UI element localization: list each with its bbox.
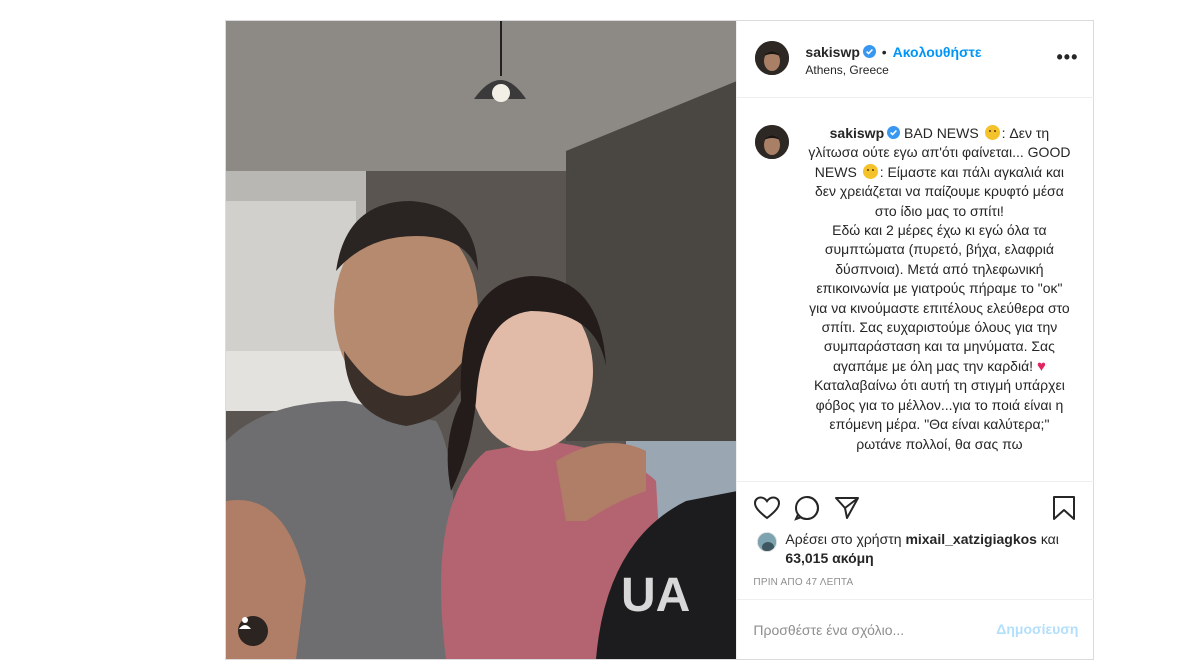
post-sidebar: sakiswp • Ακολουθήστε Athens, Greece •••… xyxy=(736,21,1095,659)
post-header: sakiswp • Ακολουθήστε Athens, Greece ••• xyxy=(737,21,1095,98)
caption-text: sakiswp BAD NEWS : Δεν τη γλίτωσα ούτε ε… xyxy=(805,124,1073,454)
comment-bubble-icon[interactable] xyxy=(793,494,821,522)
separator-dot: • xyxy=(881,44,887,60)
action-icons-row xyxy=(753,494,1078,522)
location-link[interactable]: Athens, Greece xyxy=(805,63,888,77)
username-link[interactable]: sakiswp xyxy=(805,44,859,60)
likes-mid: και xyxy=(1040,531,1059,547)
post-photo[interactable]: UA xyxy=(226,21,737,659)
more-horizontal-icon[interactable]: ••• xyxy=(1057,48,1079,66)
sad-face-emoji-icon xyxy=(984,125,1000,140)
avatar[interactable] xyxy=(755,41,790,75)
caption-part-3: : Είμαστε και πάλι αγκαλιά και δεν χρειά… xyxy=(809,163,1070,374)
likes-summary: Αρέσει στο χρήστη mixail_xatzigiagkos κα… xyxy=(753,530,1078,568)
post-author-line: sakiswp • Ακολουθήστε xyxy=(805,44,981,60)
red-heart-emoji-icon: ♥ xyxy=(1036,357,1046,375)
comment-form: Δημοσίευση xyxy=(737,599,1095,659)
likes-count-link[interactable]: 63,015 ακόμη xyxy=(785,550,873,566)
likes-prefix: Αρέσει στο χρήστη xyxy=(785,531,902,547)
heart-outline-icon[interactable] xyxy=(753,494,781,522)
post-container: UA sakiswp • Ακολουθήστε Athens, Greece … xyxy=(225,20,1095,660)
post-comment-button[interactable]: Δημοσίευση xyxy=(996,621,1078,637)
svg-text:UA: UA xyxy=(621,569,690,622)
post-actions: Αρέσει στο χρήστη mixail_xatzigiagkos κα… xyxy=(737,481,1095,599)
caption-username[interactable]: sakiswp xyxy=(830,125,884,141)
smile-face-emoji-icon xyxy=(862,163,878,179)
caption-part-4: Καταλαβαίνω ότι αυτή τη στιγμή υπάρχει φ… xyxy=(813,377,1065,452)
user-tag-icon[interactable] xyxy=(238,616,268,646)
liker-username-link[interactable]: mixail_xatzigiagkos xyxy=(905,531,1037,547)
bookmark-icon[interactable] xyxy=(1050,494,1078,522)
verified-badge-icon xyxy=(887,125,901,139)
avatar[interactable] xyxy=(755,125,790,159)
verified-badge-icon xyxy=(862,45,876,58)
photo-illustration: UA xyxy=(226,21,737,659)
paper-plane-icon[interactable] xyxy=(833,494,861,522)
follow-button[interactable]: Ακολουθήστε xyxy=(893,44,982,60)
caption-area: sakiswp BAD NEWS : Δεν τη γλίτωσα ούτε ε… xyxy=(737,99,1094,481)
comment-input[interactable] xyxy=(753,620,984,640)
caption-part-1: BAD NEWS xyxy=(904,125,979,141)
post-timestamp[interactable]: ΠΡΙΝ ΑΠΟ 47 ΛΕΠΤΑ xyxy=(753,577,853,588)
